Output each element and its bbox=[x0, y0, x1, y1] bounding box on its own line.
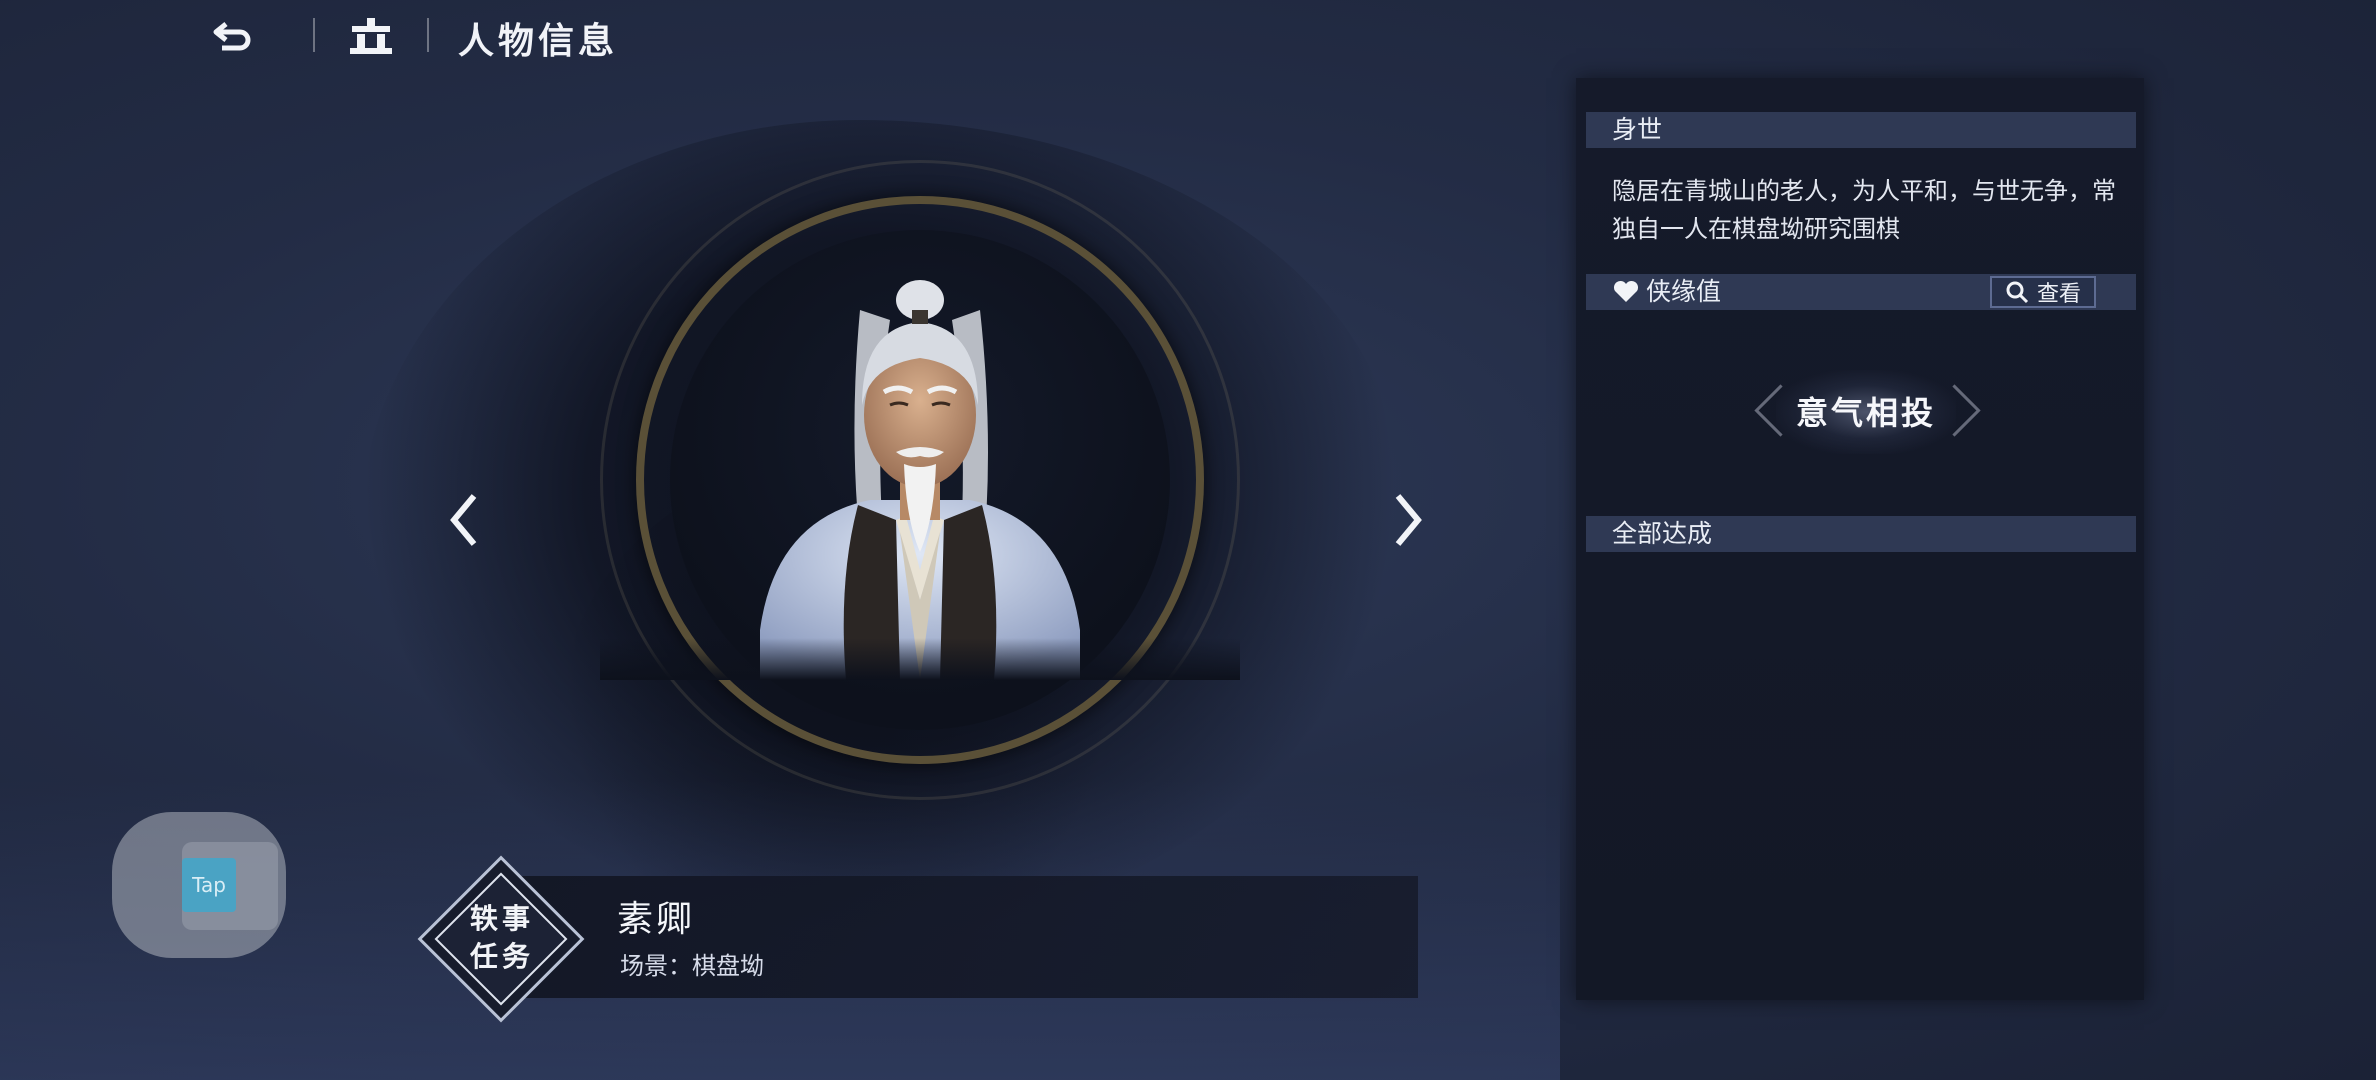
view-button[interactable]: 查看 bbox=[1990, 276, 2096, 308]
relationship-badge: 意气相投 bbox=[1754, 362, 1981, 462]
bio-text: 隐居在青城山的老人，为人平和，与世无争，常独自一人在棋盘坳研究围棋 bbox=[1612, 177, 2116, 243]
back-arrow-icon bbox=[213, 22, 251, 51]
relationship-level: 意气相投 bbox=[1795, 394, 1936, 432]
quest-badge-line1: 轶事 bbox=[469, 902, 534, 935]
page-title: 人物信息 bbox=[458, 21, 619, 62]
prev-character-button[interactable] bbox=[440, 488, 488, 552]
heart-icon bbox=[1613, 280, 1639, 302]
back-button[interactable] bbox=[206, 14, 262, 58]
completion-section-header: 全部达成 bbox=[1586, 516, 2136, 552]
bio-section-header: 身世 bbox=[1586, 112, 2136, 148]
anecdote-quest-label: 轶事 任务 bbox=[420, 900, 584, 976]
view-label: 查看 bbox=[2036, 282, 2081, 307]
home-button[interactable] bbox=[346, 14, 396, 58]
home-icon bbox=[350, 18, 392, 54]
quest-badge-line2: 任务 bbox=[469, 940, 534, 973]
affinity-label: 侠缘值 bbox=[1646, 277, 1722, 306]
tap-label: Tap bbox=[192, 873, 226, 897]
chevron-left-icon bbox=[450, 494, 477, 546]
completion-label: 全部达成 bbox=[1612, 519, 1713, 548]
character-scene: 场景：棋盘坳 bbox=[620, 952, 764, 980]
anecdote-quest-button[interactable]: 轶事 任务 bbox=[417, 855, 585, 1023]
search-icon bbox=[2006, 281, 2029, 304]
floating-tap-button[interactable]: Tap bbox=[112, 812, 286, 958]
tap-icon: Tap bbox=[182, 858, 236, 912]
elder-portrait-image bbox=[600, 280, 1240, 680]
separator bbox=[427, 18, 429, 52]
character-name: 素卿 bbox=[617, 899, 696, 940]
separator bbox=[313, 18, 315, 52]
chevron-right-icon bbox=[1395, 494, 1422, 546]
character-portrait bbox=[600, 160, 1240, 800]
bio-title: 身世 bbox=[1612, 115, 1663, 144]
next-character-button[interactable] bbox=[1384, 488, 1432, 552]
top-bar: 人物信息 bbox=[0, 0, 800, 70]
